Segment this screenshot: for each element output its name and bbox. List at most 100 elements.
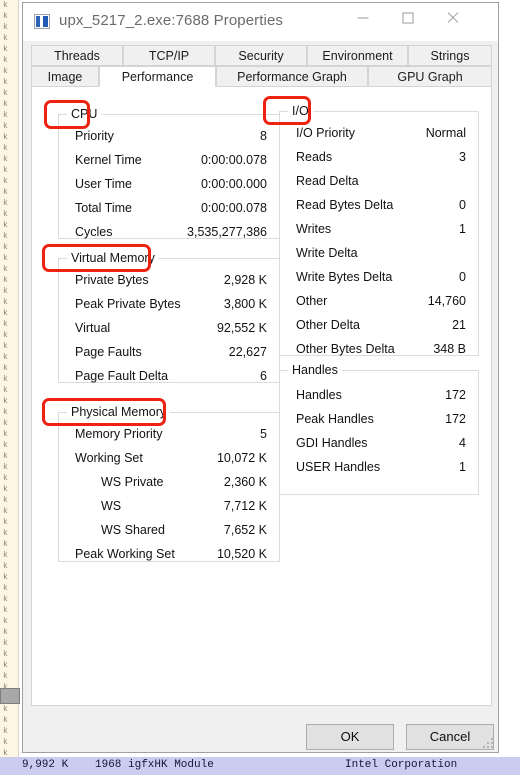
background-ruler-tick: k (3, 738, 8, 747)
row-label: Peak Handles (296, 412, 374, 426)
row-value: 2,928 K (223, 273, 267, 287)
background-ruler-tick: k (3, 628, 8, 637)
app-window-icon (34, 14, 50, 29)
background-ruler-tick: k (3, 540, 8, 549)
row-page-fault-delta: Page Fault Delta 6 (59, 368, 279, 392)
row-page-faults: Page Faults 22,627 (59, 344, 279, 368)
tab-bar: Threads TCP/IP Security Environment Strings … (31, 45, 492, 87)
background-ruler-tick: k (3, 386, 8, 395)
minimize-button[interactable] (340, 3, 385, 33)
row-peak-private-bytes: Peak Private Bytes 3,800 K (59, 296, 279, 320)
close-icon (446, 11, 460, 25)
background-ruler-tick: k (3, 606, 8, 615)
group-cpu-title: CPU (67, 107, 102, 121)
row-label: USER Handles (296, 460, 381, 474)
close-button[interactable] (430, 3, 475, 33)
tab-environment[interactable]: Environment (307, 45, 408, 66)
tab-strings[interactable]: Strings (408, 45, 492, 66)
background-ruler-tick: k (3, 89, 8, 98)
ok-button[interactable]: OK (306, 724, 394, 750)
tab-performance-graph[interactable]: Performance Graph (216, 66, 368, 87)
group-virtual-memory: Virtual Memory Private Bytes 2,928 K Peak … (58, 251, 280, 383)
background-ruler-tick: k (3, 188, 8, 197)
background-ruler-tick: k (3, 584, 8, 593)
tab-threads[interactable]: Threads (31, 45, 123, 66)
row-value: 3,535,277,386 (187, 225, 267, 239)
resize-grip[interactable] (483, 738, 494, 749)
background-ruler-tick: k (3, 155, 8, 164)
background-scroll-handle[interactable] (0, 688, 20, 704)
background-ruler-tick: k (3, 639, 8, 648)
row-value: 0 (459, 198, 466, 212)
row-label: Priority (75, 129, 114, 143)
tab-performance[interactable]: Performance (99, 66, 216, 87)
group-io-title: I/O (288, 104, 313, 118)
background-ruler-tick: k (3, 243, 8, 252)
row-user-time: User Time 0:00:00.000 (59, 176, 279, 200)
background-ruler-tick: k (3, 133, 8, 142)
group-handles-title: Handles (288, 363, 342, 377)
row-value: 10,072 K (216, 451, 267, 465)
background-ruler-tick: k (3, 232, 8, 241)
background-ruler-tick: k (3, 672, 8, 681)
background-ruler-tick: k (3, 364, 8, 373)
background-ruler-tick: k (3, 727, 8, 736)
background-ruler-tick: k (3, 199, 8, 208)
background-ruler-tick: k (3, 408, 8, 417)
background-ruler-tick: k (3, 276, 8, 285)
row-ws-private: WS Private 2,360 K (59, 474, 279, 498)
group-virtual-memory-title: Virtual Memory (67, 251, 159, 265)
background-ruler-tick: k (3, 287, 8, 296)
tab-gpu-graph[interactable]: GPU Graph (368, 66, 492, 87)
background-ruler-tick: k (3, 419, 8, 428)
row-user-handles: USER Handles 1 (280, 459, 478, 483)
row-read-delta: Read Delta (280, 173, 478, 197)
background-ruler-tick: k (3, 78, 8, 87)
row-label: WS Shared (101, 523, 165, 537)
background-ruler-tick: k (3, 265, 8, 274)
maximize-button[interactable] (385, 3, 430, 33)
row-value: 6 (260, 369, 267, 383)
title-bar[interactable]: upx_5217_2.exe:7688 Properties (23, 3, 498, 41)
row-value: 172 (445, 412, 466, 426)
tab-tcp-ip[interactable]: TCP/IP (123, 45, 215, 66)
row-ws-shared: WS Shared 7,652 K (59, 522, 279, 546)
background-ruler-tick: k (3, 320, 8, 329)
cancel-button[interactable]: Cancel (406, 724, 494, 750)
tab-security[interactable]: Security (215, 45, 307, 66)
background-ruler-tick: k (3, 650, 8, 659)
tab-image[interactable]: Image (31, 66, 99, 87)
background-right-strip (500, 0, 520, 775)
row-writes: Writes 1 (280, 221, 478, 245)
row-value: 92,552 K (216, 321, 267, 335)
row-label: Read Delta (296, 174, 359, 188)
background-ruler-tick: k (3, 177, 8, 186)
row-value: 8 (260, 129, 267, 143)
row-value: 0:00:00.078 (200, 201, 267, 215)
background-ruler-tick: k (3, 716, 8, 725)
row-label: Reads (296, 150, 333, 164)
background-ruler-tick: k (3, 595, 8, 604)
background-ruler-tick: k (3, 67, 8, 76)
background-ruler-tick: k (3, 34, 8, 43)
background-ruler-tick: k (3, 254, 8, 263)
row-value: 348 B (433, 342, 466, 356)
row-label: Total Time (75, 201, 132, 215)
row-label: Write Bytes Delta (296, 270, 393, 284)
background-ruler-tick: k (3, 23, 8, 32)
background-ruler-tick: k (3, 507, 8, 516)
background-ruler-tick: k (3, 375, 8, 384)
row-label: Cycles (75, 225, 113, 239)
row-value: 7,712 K (223, 499, 267, 513)
screen-root: kkkkkkkkkkkkkkkkkkkkkkkkkkkkkkkkkkkkkkkk… (0, 0, 520, 775)
row-label: Other (296, 294, 328, 308)
row-label: Handles (296, 388, 342, 402)
background-row-company: Intel Corporation (345, 759, 458, 771)
row-label: Read Bytes Delta (296, 198, 394, 212)
background-ruler-tick: k (3, 661, 8, 670)
background-process-row[interactable]: 9,992 K 1968 igfxHK Module Intel Corpora… (0, 757, 520, 775)
row-virtual: Virtual 92,552 K (59, 320, 279, 344)
row-write-delta: Write Delta (280, 245, 478, 269)
background-ruler-tick: k (3, 474, 8, 483)
group-io: I/O I/O Priority Normal Reads 3 Read Delta Re… (279, 104, 479, 356)
